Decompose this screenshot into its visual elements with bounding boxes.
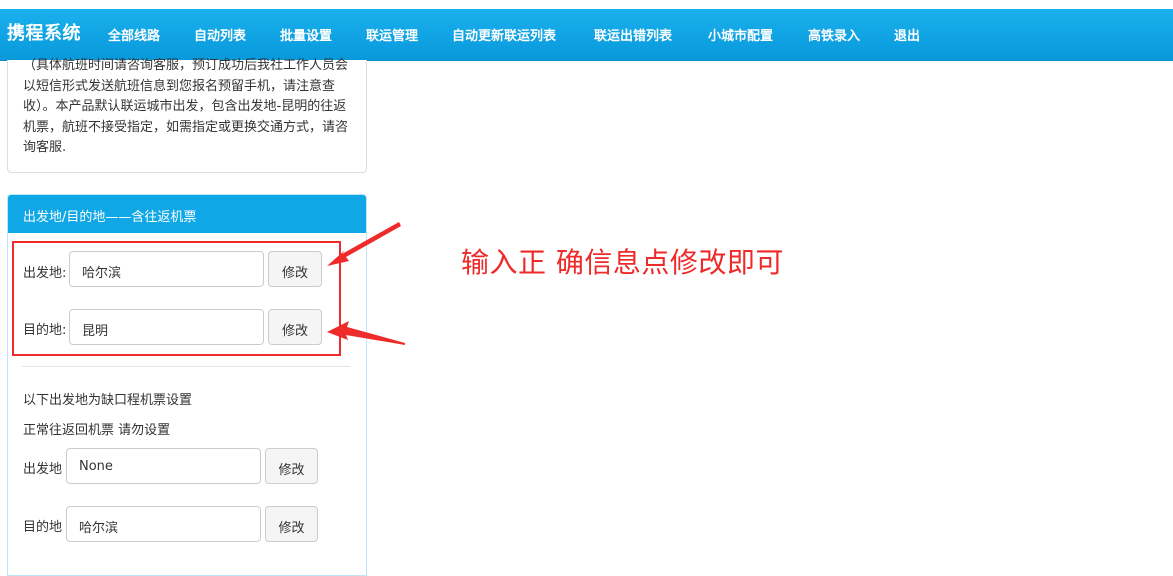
annotation-text: 输入正 确信息点修改即可	[461, 246, 784, 279]
arrow-upper	[327, 222, 401, 266]
arrow-lower	[327, 321, 405, 345]
